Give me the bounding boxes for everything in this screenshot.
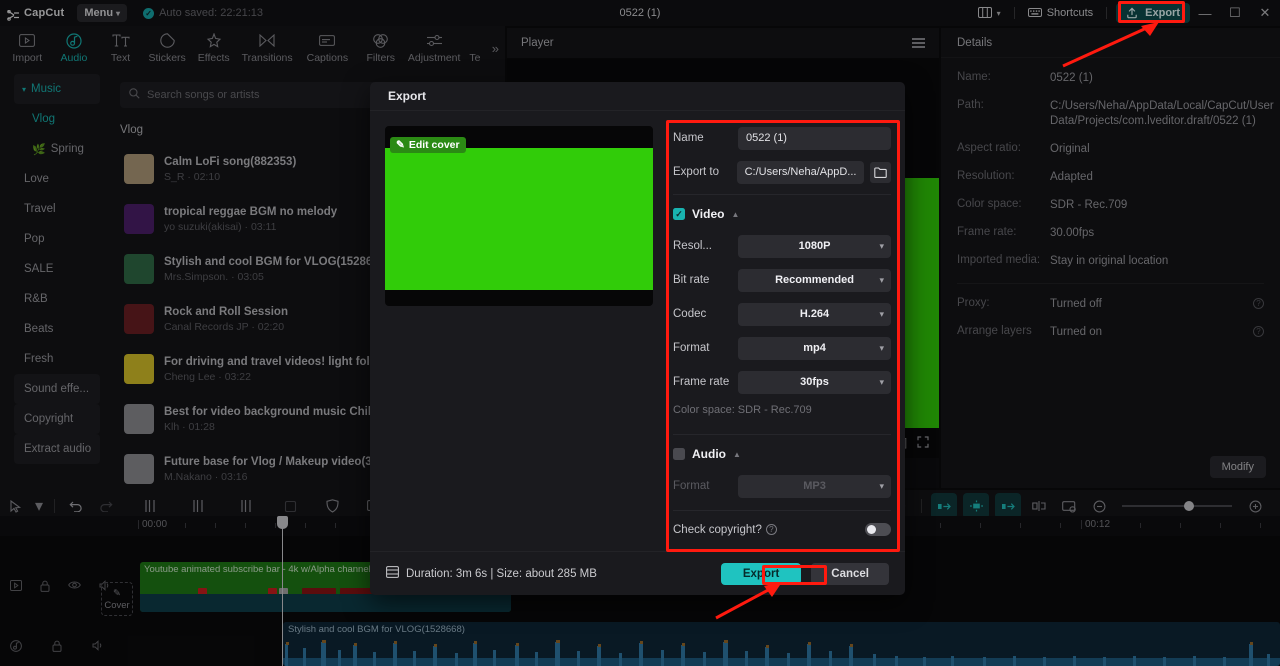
- audio-group-header[interactable]: Audio ▲: [673, 447, 891, 461]
- duration-size-info: Duration: 3m 6s | Size: about 285 MB: [386, 566, 597, 581]
- resolution-label: Resol...: [673, 240, 712, 252]
- codec-value: H.264: [799, 308, 830, 320]
- resolution-value: 1080P: [798, 240, 831, 252]
- capcut-window: CapCut Menu ▾ ✓ Auto saved: 22:21:13 052…: [0, 0, 1280, 666]
- audio-checkbox[interactable]: [673, 448, 685, 460]
- divider: [673, 194, 891, 195]
- audio-format-field-row: Format MP3 ▾: [673, 474, 891, 498]
- export-to-field-row: Export to C:/Users/Neha/AppD...: [673, 160, 891, 184]
- chevron-down-icon: ▾: [879, 480, 884, 491]
- video-group-label: Video: [692, 207, 725, 221]
- cover-preview-frame: [385, 148, 653, 290]
- check-copyright-label: Check copyright?: [673, 523, 762, 536]
- chevron-down-icon: ▾: [879, 240, 884, 251]
- export-dialog: Export ✎ Edit cover Name 0522 (1) Export…: [370, 82, 905, 595]
- export-dialog-footer: Duration: 3m 6s | Size: about 285 MB Exp…: [370, 551, 905, 595]
- format-select[interactable]: mp4 ▾: [738, 336, 891, 360]
- chevron-up-icon[interactable]: ▲: [731, 210, 739, 219]
- bitrate-value: Recommended: [775, 274, 854, 286]
- film-icon: [386, 566, 399, 581]
- check-copyright-row: Check copyright? ?: [673, 523, 891, 536]
- bitrate-field-row: Bit rate Recommended ▾: [673, 268, 891, 292]
- framerate-field-row: Frame rate 30fps ▾: [673, 370, 891, 394]
- check-copyright-toggle[interactable]: [865, 523, 891, 536]
- help-icon[interactable]: ?: [765, 524, 777, 535]
- codec-field-row: Codec H.264 ▾: [673, 302, 891, 326]
- video-group-header[interactable]: ✓ Video ▲: [673, 207, 891, 221]
- format-field-row: Format mp4 ▾: [673, 336, 891, 360]
- chevron-down-icon: ▾: [879, 308, 884, 319]
- resolution-field-row: Resol... 1080P ▾: [673, 234, 891, 258]
- name-label: Name: [673, 132, 704, 144]
- export-dialog-cancel-button[interactable]: Cancel: [811, 562, 889, 585]
- format-value: mp4: [803, 342, 826, 354]
- format-label: Format: [673, 342, 710, 354]
- audio-format-value: MP3: [803, 480, 826, 492]
- bitrate-select[interactable]: Recommended ▾: [738, 268, 891, 292]
- codec-select[interactable]: H.264 ▾: [738, 302, 891, 326]
- name-field-row: Name 0522 (1): [673, 126, 891, 150]
- audio-format-select[interactable]: MP3 ▾: [738, 474, 891, 498]
- export-to-input[interactable]: C:/Users/Neha/AppD...: [736, 160, 865, 184]
- pencil-icon: ✎: [396, 139, 405, 151]
- video-checkbox[interactable]: ✓: [673, 208, 685, 220]
- chevron-down-icon: ▾: [879, 274, 884, 285]
- framerate-select[interactable]: 30fps ▾: [738, 370, 891, 394]
- framerate-label: Frame rate: [673, 376, 730, 388]
- divider: [673, 510, 891, 511]
- audio-group-label: Audio: [692, 447, 726, 461]
- framerate-value: 30fps: [800, 376, 829, 388]
- export-settings-form: Name 0522 (1) Export to C:/Users/Neha/Ap…: [673, 126, 891, 570]
- edit-cover-label: Edit cover: [408, 139, 460, 151]
- audio-format-label: Format: [673, 480, 710, 492]
- export-to-label: Export to: [673, 166, 720, 178]
- duration-text: Duration: 3m 6s | Size: about 285 MB: [406, 567, 597, 580]
- cover-preview: ✎ Edit cover: [385, 126, 653, 306]
- name-input[interactable]: 0522 (1): [738, 126, 891, 150]
- chevron-down-icon: ▾: [879, 342, 884, 353]
- export-dialog-confirm-button[interactable]: Export: [720, 562, 802, 585]
- edit-cover-button[interactable]: ✎ Edit cover: [390, 137, 466, 153]
- chevron-down-icon: ▾: [879, 376, 884, 387]
- resolution-select[interactable]: 1080P ▾: [738, 234, 891, 258]
- bitrate-label: Bit rate: [673, 274, 710, 286]
- dialog-buttons: Export Cancel: [720, 562, 889, 585]
- folder-icon[interactable]: [870, 161, 891, 183]
- codec-label: Codec: [673, 308, 707, 320]
- divider: [673, 434, 891, 435]
- chevron-up-icon[interactable]: ▲: [733, 450, 741, 459]
- export-dialog-title: Export: [370, 82, 905, 111]
- color-space-note: Color space: SDR - Rec.709: [673, 404, 812, 416]
